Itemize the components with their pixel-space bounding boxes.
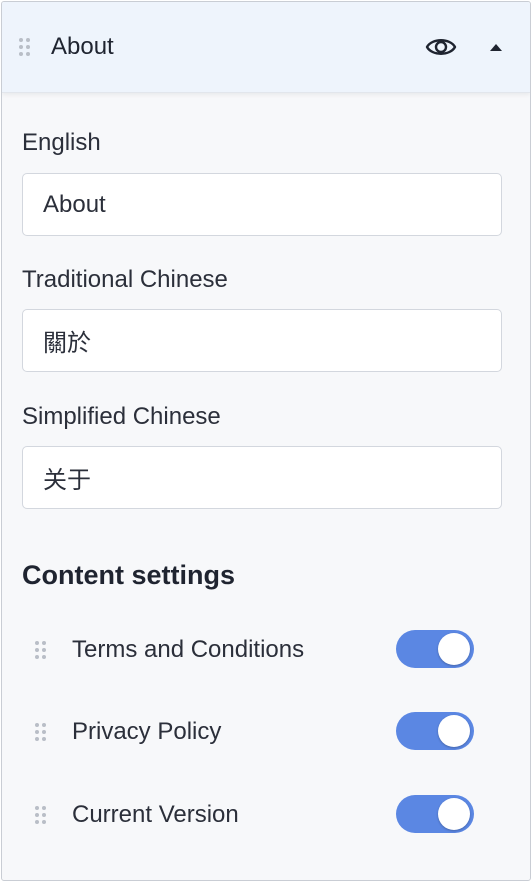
toggle-knob (438, 798, 470, 830)
version-toggle[interactable] (396, 795, 474, 833)
section-header[interactable]: About (2, 2, 530, 93)
english-label: English (22, 129, 101, 156)
setting-label: Privacy Policy (72, 718, 222, 745)
drag-handle-icon[interactable] (35, 641, 46, 659)
setting-label: Terms and Conditions (72, 636, 305, 663)
simplified-chinese-label: Simplified Chinese (22, 403, 221, 430)
toggle-knob (438, 633, 470, 665)
section-title: About (51, 33, 114, 60)
setting-row-version: Current Version (2, 785, 530, 845)
simplified-chinese-input[interactable] (22, 446, 502, 509)
about-section-panel: About English Traditional Chinese Simpli… (1, 1, 531, 881)
english-input[interactable] (22, 173, 502, 236)
toggle-knob (438, 715, 470, 747)
setting-row-privacy: Privacy Policy (2, 702, 530, 762)
traditional-chinese-input[interactable] (22, 309, 502, 372)
drag-handle-icon[interactable] (35, 723, 46, 741)
caret-up-icon[interactable] (489, 39, 503, 51)
content-settings-title: Content settings (22, 560, 235, 590)
drag-handle-icon[interactable] (19, 38, 30, 56)
setting-row-terms: Terms and Conditions (2, 620, 530, 680)
privacy-toggle[interactable] (396, 712, 474, 750)
terms-toggle[interactable] (396, 630, 474, 668)
drag-handle-icon[interactable] (35, 806, 46, 824)
traditional-chinese-label: Traditional Chinese (22, 266, 228, 293)
setting-label: Current Version (72, 801, 239, 828)
eye-icon[interactable] (425, 34, 457, 60)
